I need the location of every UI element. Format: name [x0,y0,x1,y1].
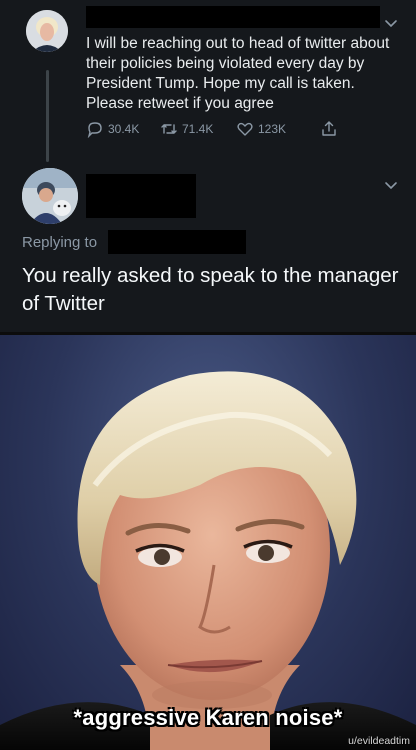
meme-caption: *aggressive Karen noise* [73,705,343,730]
reply-button[interactable]: 30.4K [86,120,139,138]
reply-icon [87,122,102,138]
like-button[interactable]: 123K [236,120,286,138]
chevron-down-icon[interactable] [382,14,400,32]
chevron-down-icon[interactable] [382,176,400,194]
share-button[interactable] [320,120,338,138]
avatar-photo [26,10,68,52]
tweet-actions: 30.4K 71.4K 123K [86,120,366,144]
replying-to-label: Replying to [22,234,98,251]
thread-connector [46,70,49,162]
retweet-icon [161,124,177,134]
reply-avatar-photo [22,168,78,224]
meme-photo [0,335,416,750]
like-count: 123K [258,122,287,136]
redacted-reply-author-name [86,174,196,218]
retweet-count: 71.4K [182,122,214,136]
share-icon [322,121,336,136]
reply-text: You really asked to speak to the manager… [22,264,399,315]
retweet-button[interactable]: 71.4K [160,120,213,138]
reply-count: 30.4K [108,122,140,136]
redacted-author-name [86,6,380,28]
tweet-thread: I will be reaching out to head of twitte… [0,0,416,332]
tweet-text: I will be reaching out to head of twitte… [86,35,390,112]
like-icon [237,122,253,136]
reaction-face-illustration [0,371,416,750]
redacted-replying-to-handle [108,230,246,254]
reply-author-avatar[interactable] [22,168,78,224]
watermark: u/evildeadtim [348,735,410,747]
tweet-author-avatar[interactable] [26,10,68,52]
